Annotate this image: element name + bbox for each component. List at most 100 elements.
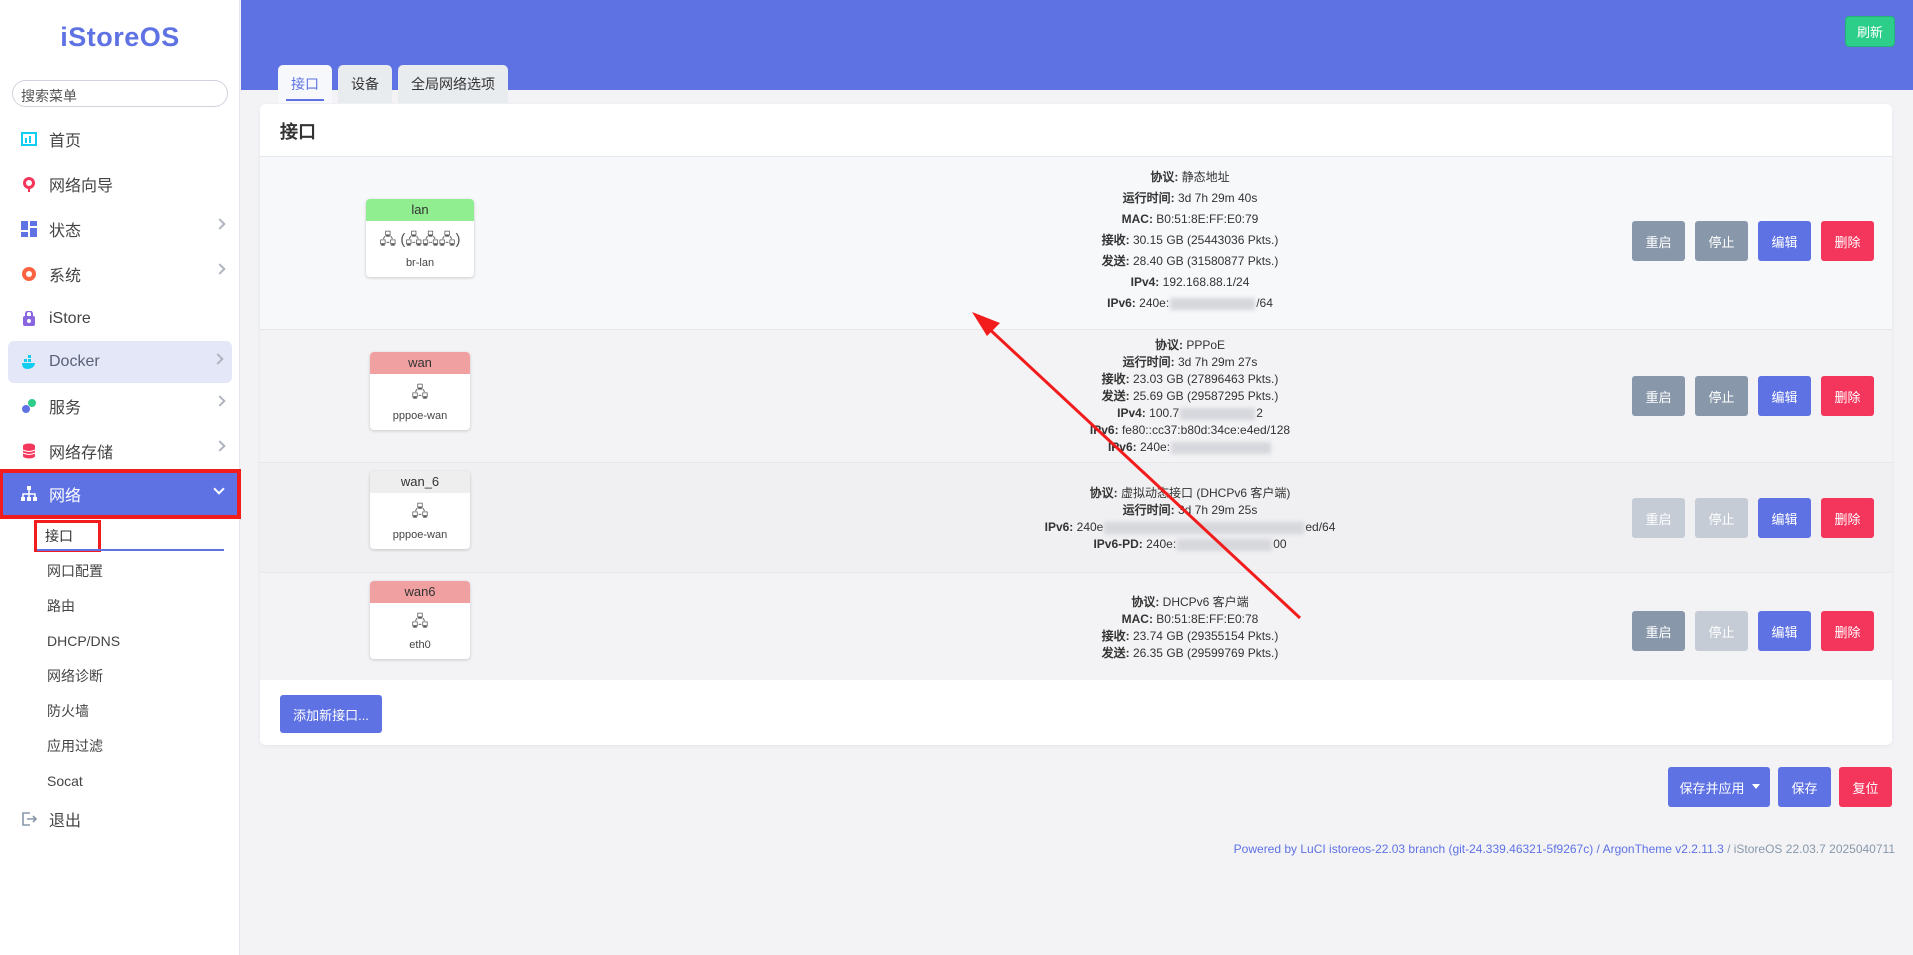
network-submenu: 接口 网口配置 路由 DHCP/DNS 网络诊断 防火墙 应用过滤 Socat xyxy=(0,518,240,798)
info-line: IPv6: 240e: xyxy=(820,439,1560,456)
refresh-button[interactable]: 刷新 xyxy=(1844,16,1895,47)
restart-button[interactable]: 重启 xyxy=(1632,498,1685,538)
interface-row-wan6: wan6 🖧 eth0 协议: DHCPv6 客户端 MAC: B0:51:8E… xyxy=(260,572,1892,680)
sidebar-item-network[interactable]: 网络 xyxy=(0,469,241,519)
info-line: IPv4: 100.7 2 xyxy=(1117,406,1263,420)
submenu-item-interfaces[interactable]: 接口 xyxy=(34,518,240,553)
sidebar-item-docker[interactable]: Docker xyxy=(8,341,232,383)
sidebar-item-label: 系统 xyxy=(49,267,82,285)
active-underline xyxy=(37,549,224,551)
form-actions: 保存并应用 保存 复位 xyxy=(1668,767,1892,807)
docker-icon xyxy=(20,353,38,371)
info-line: 协议: 静态地址 xyxy=(1150,170,1230,184)
interface-info: 协议: DHCPv6 客户端 MAC: B0:51:8E:FF:E0:78 接收… xyxy=(820,594,1560,662)
submenu-item-socat[interactable]: Socat xyxy=(47,763,240,798)
info-line: 运行时间: 3d 7h 29m 40s xyxy=(1122,191,1258,205)
interface-row-wan-6: wan_6 🖧 pppoe-wan 协议: 虚拟动态接口 (DHCPv6 客户端… xyxy=(260,462,1892,572)
stop-button[interactable]: 停止 xyxy=(1695,376,1748,416)
sidebar-menu: 首页 网络向导 状态 系统 iStore Docker 服务 网络存储 网络 xyxy=(0,116,241,519)
restart-button[interactable]: 重启 xyxy=(1632,221,1685,261)
sidebar-item-status[interactable]: 状态 xyxy=(0,206,240,251)
network-icon xyxy=(20,485,38,503)
submenu-item-diagnostics[interactable]: 网络诊断 xyxy=(47,658,240,693)
footer-link[interactable]: Powered by LuCI istoreos-22.03 branch (g… xyxy=(1234,842,1724,856)
chart-icon xyxy=(20,130,38,148)
edit-button[interactable]: 编辑 xyxy=(1758,498,1811,538)
info-line: IPv6: fe80::cc37:b80d:34ce:e4ed/128 xyxy=(1089,423,1291,437)
reset-button[interactable]: 复位 xyxy=(1839,767,1892,807)
chevron-down-icon xyxy=(213,483,225,495)
ethernet-icon: 🖧 (🖧🖧🖧) xyxy=(379,230,461,248)
stop-button[interactable]: 停止 xyxy=(1695,221,1748,261)
sidebar-item-label: 网络向导 xyxy=(49,177,114,195)
delete-button[interactable]: 删除 xyxy=(1821,221,1874,261)
submenu-item-label: 接口 xyxy=(34,519,101,552)
tab-interfaces[interactable]: 接口 xyxy=(278,65,332,103)
info-line: MAC: B0:51:8E:FF:E0:79 xyxy=(1121,212,1259,226)
sidebar-item-home[interactable]: 首页 xyxy=(0,116,240,161)
info-line: 运行时间: 3d 7h 29m 27s xyxy=(1122,355,1258,369)
sidebar-item-label: 状态 xyxy=(49,222,82,240)
redacted-blur xyxy=(1177,538,1273,551)
sidebar-item-system[interactable]: 系统 xyxy=(0,251,240,296)
submenu-item-routes[interactable]: 路由 xyxy=(47,588,240,623)
device-name: pppoe-wan xyxy=(392,410,448,422)
info-line: 接收: 23.03 GB (27896463 Pkts.) xyxy=(1101,372,1279,386)
interface-name: wan xyxy=(370,352,470,374)
delete-button[interactable]: 删除 xyxy=(1821,376,1874,416)
footer-version: / iStoreOS 22.03.7 2025040711 xyxy=(1723,842,1895,856)
info-line: 协议: PPPoE xyxy=(1154,338,1226,352)
info-line: IPv6: 240e:/64 xyxy=(1107,296,1273,310)
sidebar-item-wizard[interactable]: 网络向导 xyxy=(0,161,240,206)
sidebar-item-label: 服务 xyxy=(49,399,82,417)
sidebar-item-label: 网络存储 xyxy=(49,444,114,462)
globe-icon xyxy=(20,175,38,193)
submenu-item-port-config[interactable]: 网口配置 xyxy=(47,553,240,588)
info-line: MAC: B0:51:8E:FF:E0:78 xyxy=(1121,612,1259,626)
stop-button[interactable]: 停止 xyxy=(1695,498,1748,538)
sidebar-item-storage[interactable]: 网络存储 xyxy=(0,428,240,473)
tab-global-options[interactable]: 全局网络选项 xyxy=(398,65,508,103)
edit-button[interactable]: 编辑 xyxy=(1758,611,1811,651)
ethernet-icon: 🖧 xyxy=(411,502,429,520)
search-menu-input[interactable]: 搜索菜单 xyxy=(12,80,228,107)
info-line: 发送: 26.35 GB (29599769 Pkts.) xyxy=(1101,646,1279,660)
sidebar: iStoreOS 搜索菜单 首页 网络向导 状态 系统 iStore Docke… xyxy=(0,0,241,955)
info-line: 发送: 28.40 GB (31580877 Pkts.) xyxy=(1101,254,1279,268)
submenu-item-dhcp-dns[interactable]: DHCP/DNS xyxy=(47,623,240,658)
sidebar-item-services[interactable]: 服务 xyxy=(0,383,240,428)
sidebar-item-label: iStore xyxy=(49,309,91,327)
submenu-item-firewall[interactable]: 防火墙 xyxy=(47,693,240,728)
interface-badge: lan 🖧 (🖧🖧🖧) br-lan xyxy=(366,199,474,277)
add-interface-button[interactable]: 添加新接口... xyxy=(280,695,382,733)
restart-button[interactable]: 重启 xyxy=(1632,611,1685,651)
interface-info: 协议: 虚拟动态接口 (DHCPv6 客户端) 运行时间: 3d 7h 29m … xyxy=(820,485,1560,553)
interface-row-wan: wan 🖧 pppoe-wan 协议: PPPoE 运行时间: 3d 7h 29… xyxy=(260,329,1892,462)
save-button[interactable]: 保存 xyxy=(1778,767,1831,807)
edit-button[interactable]: 编辑 xyxy=(1758,376,1811,416)
chevron-right-icon xyxy=(214,218,226,230)
stop-button[interactable]: 停止 xyxy=(1695,611,1748,651)
delete-button[interactable]: 删除 xyxy=(1821,498,1874,538)
chevron-right-icon xyxy=(214,395,226,407)
info-line: 接收: 23.74 GB (29355154 Pkts.) xyxy=(1101,629,1279,643)
row-actions: 重启 停止 编辑 删除 xyxy=(1632,221,1874,261)
sidebar-item-istore[interactable]: iStore xyxy=(0,296,240,341)
tab-devices[interactable]: 设备 xyxy=(338,65,392,103)
delete-button[interactable]: 删除 xyxy=(1821,611,1874,651)
save-apply-button[interactable]: 保存并应用 xyxy=(1668,767,1770,807)
submenu-item-app-filter[interactable]: 应用过滤 xyxy=(47,728,240,763)
row-actions: 重启 停止 编辑 删除 xyxy=(1632,498,1874,538)
restart-button[interactable]: 重启 xyxy=(1632,376,1685,416)
edit-button[interactable]: 编辑 xyxy=(1758,221,1811,261)
brand-logo[interactable]: iStoreOS xyxy=(0,22,240,53)
interface-name: lan xyxy=(366,199,474,221)
gear-icon xyxy=(20,265,38,283)
chevron-right-icon xyxy=(212,353,224,365)
interface-name: wan6 xyxy=(370,581,470,603)
sidebar-item-logout[interactable]: 退出 xyxy=(0,796,240,841)
sidebar-item-label: 退出 xyxy=(49,812,82,830)
logout-icon xyxy=(20,810,38,828)
save-apply-label: 保存并应用 xyxy=(1679,780,1745,796)
database-icon xyxy=(20,442,38,460)
